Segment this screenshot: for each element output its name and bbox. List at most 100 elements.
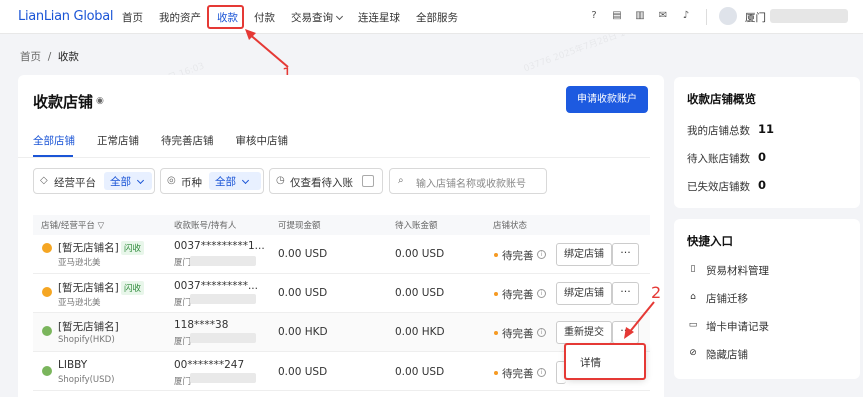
bind-shop-button[interactable]: 绑定店铺	[556, 243, 612, 266]
tab-all[interactable]: 全部店铺	[33, 133, 75, 148]
column-header-account: 收款账号/持有人	[174, 221, 237, 231]
nav-all-services[interactable]: 全部服务	[416, 10, 458, 25]
pending-amount: 0.00 USD	[395, 366, 445, 378]
pending-filter[interactable]: ◷ 仅查看待入账	[269, 168, 383, 194]
nav-assets[interactable]: 我的资产	[159, 10, 201, 25]
shop-platform: Shopify(USD)	[58, 375, 115, 385]
shop-tabs: 全部店铺 正常店铺 待完善店铺 审核中店铺	[33, 133, 310, 148]
overview-title: 收款店铺概览	[687, 92, 756, 106]
bind-shop-button[interactable]: 绑定店铺	[556, 282, 612, 305]
overview-value: 0	[758, 150, 767, 164]
platform-select[interactable]: 全部	[104, 172, 152, 190]
chevron-down-icon	[335, 12, 344, 20]
top-bar: LianLian Global 首页 我的资产 收款 付款 交易查询 连连星球 …	[0, 0, 863, 34]
pending-checkbox[interactable]	[362, 175, 374, 187]
filter-icon[interactable]: ▽	[98, 221, 105, 231]
overview-label: 待入账店铺数	[687, 153, 750, 165]
shop-name: [暂无店铺名]	[58, 321, 119, 333]
amazon-icon	[42, 287, 52, 297]
more-button[interactable]: ···	[612, 243, 639, 266]
holder-redacted	[190, 333, 256, 343]
user-name-redacted	[770, 9, 848, 23]
status-text: 待完善	[502, 328, 534, 340]
calendar-icon[interactable]: ▤	[611, 10, 623, 22]
currency-select[interactable]: 全部	[209, 172, 261, 190]
overview-value: 0	[758, 178, 767, 192]
shopify-icon	[42, 366, 52, 376]
resubmit-button[interactable]: 重新提交	[556, 321, 612, 344]
pending-amount: 0.00 USD	[395, 248, 445, 260]
status-dot	[494, 331, 498, 335]
tab-normal[interactable]: 正常店铺	[97, 133, 139, 148]
breadcrumb-home[interactable]: 首页	[20, 51, 41, 63]
pending-amount: 0.00 USD	[395, 287, 445, 299]
nav-planet[interactable]: 连连星球	[358, 10, 400, 25]
annotation-box-2	[564, 343, 646, 380]
avatar[interactable]	[719, 7, 737, 25]
clock-icon: ◷	[276, 175, 285, 186]
header-icons: ? ▤ ▥ ✉ ♪	[588, 10, 703, 22]
overview-value: 11	[758, 122, 775, 136]
nav-home[interactable]: 首页	[122, 10, 143, 25]
nav-pay[interactable]: 付款	[254, 10, 275, 25]
gift-icon[interactable]: ✉	[657, 10, 669, 22]
status-dot	[494, 292, 498, 296]
platform-filter[interactable]: ◇ 经营平台 全部	[33, 168, 155, 194]
account-number: 00*******247	[174, 359, 245, 371]
withdrawable-amount: 0.00 USD	[278, 248, 328, 260]
search-input[interactable]: 输入店铺名称或收款账号	[416, 175, 526, 190]
flash-tag: 闪收	[121, 281, 145, 295]
nav-transactions[interactable]: 交易查询	[291, 10, 344, 25]
shop-name: [暂无店铺名]	[58, 282, 119, 294]
search-icon: ⌕	[398, 175, 404, 186]
active-tab-indicator	[33, 155, 73, 157]
shop-name: [暂无店铺名]	[58, 242, 119, 254]
search-box[interactable]: ⌕ 输入店铺名称或收款账号	[389, 168, 547, 194]
flash-tag: 闪收	[121, 241, 145, 255]
account-holder: 厦门	[174, 298, 192, 308]
holder-redacted	[190, 373, 256, 383]
info-icon[interactable]: i	[537, 368, 546, 377]
divider	[706, 9, 707, 25]
currency-icon: ◎	[167, 175, 176, 186]
status-dot	[494, 253, 498, 257]
help-icon[interactable]: ?	[588, 10, 600, 22]
quick-link-shop-migration[interactable]: 店铺迁移	[706, 291, 748, 306]
apply-account-button[interactable]: 申请收款账户	[566, 86, 648, 113]
quick-link-hidden-shops[interactable]: 隐藏店铺	[706, 347, 748, 362]
quick-access-title: 快捷入口	[687, 234, 733, 248]
document-icon[interactable]: ▥	[634, 10, 646, 22]
quick-link-trade-materials[interactable]: 贸易材料管理	[706, 263, 769, 278]
tab-incomplete[interactable]: 待完善店铺	[161, 133, 214, 148]
withdrawable-amount: 0.00 HKD	[278, 326, 328, 338]
account-number: 118****38	[174, 319, 229, 331]
info-icon[interactable]: i	[537, 250, 546, 259]
tab-reviewing[interactable]: 审核中店铺	[236, 133, 289, 148]
info-icon[interactable]: i	[537, 328, 546, 337]
platform-filter-label: 经营平台	[54, 177, 96, 189]
pending-filter-label: 仅查看待入账	[290, 177, 353, 189]
eye-off-icon: ⊘	[689, 348, 697, 358]
withdrawable-amount: 0.00 USD	[278, 366, 328, 378]
holder-redacted	[190, 256, 256, 266]
account-holder: 厦门	[174, 377, 192, 387]
info-icon[interactable]: i	[537, 289, 546, 298]
logo[interactable]: LianLian Global	[18, 9, 114, 24]
shop-name: LIBBY	[58, 359, 88, 371]
shop-platform: 亚马逊北美	[58, 258, 101, 268]
currency-filter-label: 币种	[181, 177, 202, 189]
account-number: 0037*********1...	[174, 240, 265, 252]
shop-platform: Shopify(HKD)	[58, 335, 115, 345]
card-icon: ▭	[688, 320, 698, 330]
withdrawable-amount: 0.00 USD	[278, 287, 328, 299]
user-name[interactable]: 厦门	[745, 10, 766, 25]
status-dot	[494, 371, 498, 375]
quick-link-card-requests[interactable]: 增卡申请记录	[706, 319, 769, 334]
account-holder: 厦门	[174, 337, 192, 347]
breadcrumb-separator: /	[47, 51, 52, 63]
status-text: 待完善	[502, 289, 534, 301]
eye-icon[interactable]: ◉	[96, 96, 104, 106]
currency-filter[interactable]: ◎ 币种 全部	[160, 168, 264, 194]
bell-icon[interactable]: ♪	[680, 10, 692, 22]
account-holder: 厦门	[174, 258, 192, 268]
